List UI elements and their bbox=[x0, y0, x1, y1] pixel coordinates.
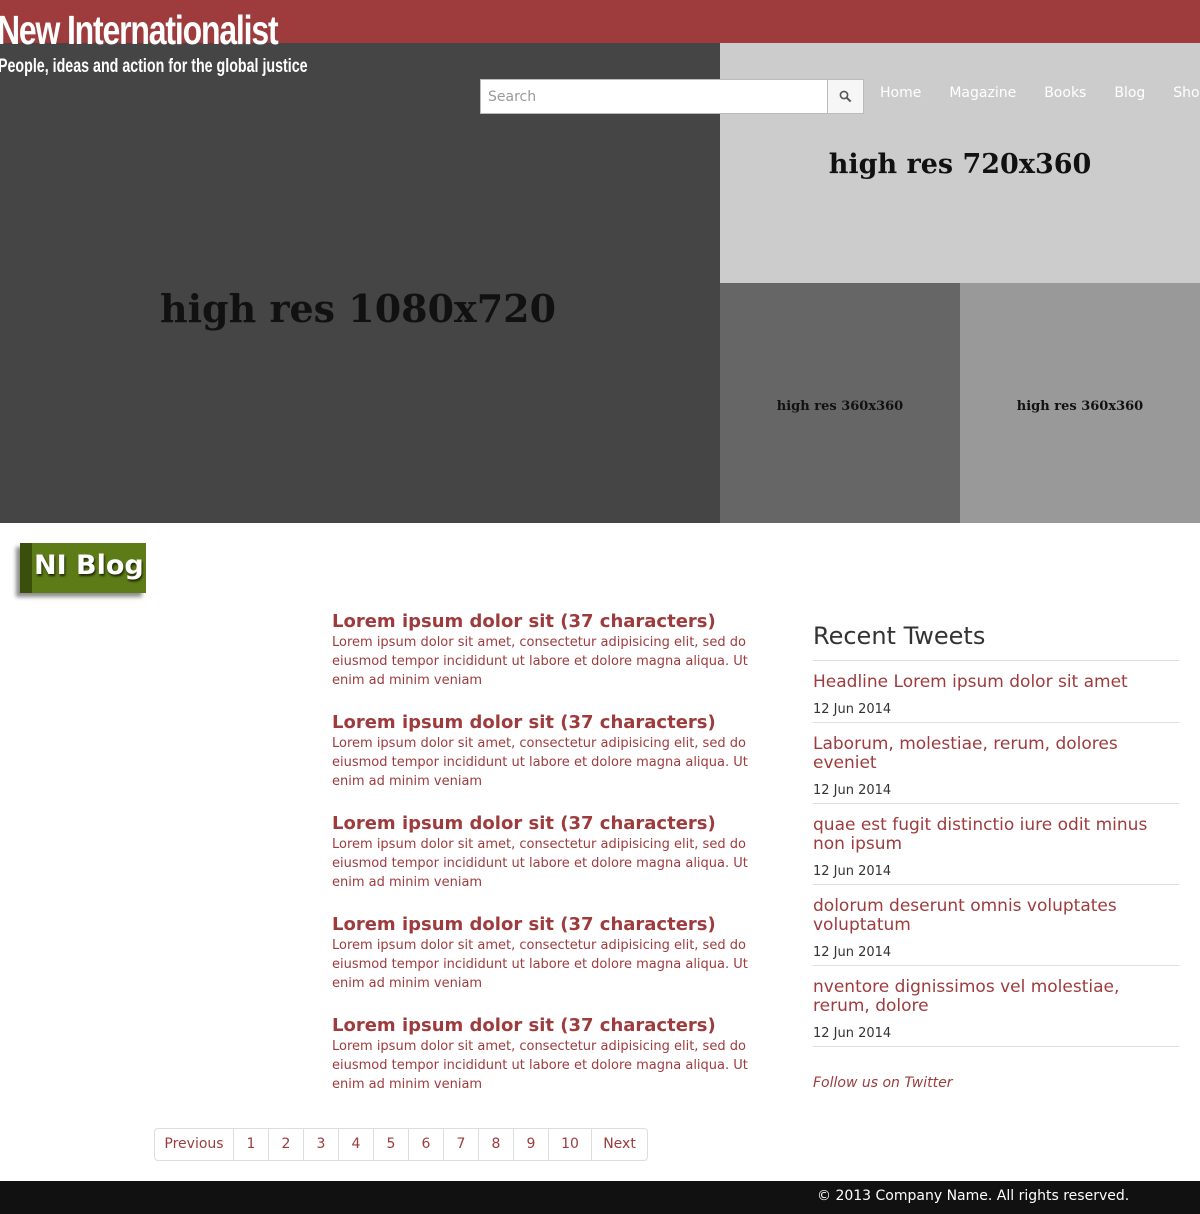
blog-post-excerpt: Lorem ipsum dolor sit amet, consectetur … bbox=[332, 938, 748, 991]
blog-post-title[interactable]: Lorem ipsum dolor sit (37 characters) bbox=[332, 712, 777, 734]
hero-small-right-placeholder-text: high res 360x360 bbox=[1016, 398, 1144, 414]
pagination: Previous 1 2 3 4 5 6 7 8 9 10 Next bbox=[154, 1128, 648, 1161]
pagination-page[interactable]: 1 bbox=[233, 1128, 269, 1161]
blog-post-excerpt: Lorem ipsum dolor sit amet, consectetur … bbox=[332, 736, 748, 789]
tweet-date: 12 Jun 2014 bbox=[813, 1025, 1179, 1047]
blog-post-title[interactable]: Lorem ipsum dolor sit (37 characters) bbox=[332, 813, 777, 835]
pagination-previous[interactable]: Previous bbox=[154, 1128, 234, 1161]
blog-post: Lorem ipsum dolor sit (37 characters) Lo… bbox=[332, 611, 777, 712]
tweet-item: nventore dignissimos vel molestiae, reru… bbox=[813, 978, 1179, 1047]
tweet-date: 12 Jun 2014 bbox=[813, 782, 1179, 804]
site-logo[interactable]: New Internationalist bbox=[0, 6, 279, 54]
footer-copyright: © 2013 Company Name. All rights reserved… bbox=[817, 1188, 1130, 1204]
tweet-text[interactable]: Headline Lorem ipsum dolor sit amet bbox=[813, 673, 1179, 692]
pagination-page[interactable]: 2 bbox=[268, 1128, 304, 1161]
pagination-page[interactable]: 6 bbox=[408, 1128, 444, 1161]
tweet-text[interactable]: quae est fugit distinctio iure odit minu… bbox=[813, 816, 1179, 854]
pagination-page[interactable]: 8 bbox=[478, 1128, 514, 1161]
hero-main-image[interactable]: high res 1080x720 bbox=[0, 43, 720, 523]
blog-post-excerpt: Lorem ipsum dolor sit amet, consectetur … bbox=[332, 837, 748, 890]
divider bbox=[813, 660, 1179, 661]
pagination-next[interactable]: Next bbox=[591, 1128, 648, 1161]
hero-top-right-placeholder-text: high res 720x360 bbox=[828, 149, 1092, 180]
blog-post-excerpt: Lorem ipsum dolor sit amet, consectetur … bbox=[332, 635, 748, 688]
search-icon bbox=[839, 90, 852, 103]
nav-shop[interactable]: Shop bbox=[1159, 83, 1200, 103]
pagination-page[interactable]: 9 bbox=[513, 1128, 549, 1161]
tweet-text[interactable]: nventore dignissimos vel molestiae, reru… bbox=[813, 978, 1179, 1016]
tweet-item: Headline Lorem ipsum dolor sit amet 12 J… bbox=[813, 673, 1179, 723]
recent-tweets: Recent Tweets Headline Lorem ipsum dolor… bbox=[813, 620, 1179, 1059]
tweet-text[interactable]: Laborum, molestiae, rerum, dolores eveni… bbox=[813, 735, 1179, 773]
hero-small-left-placeholder-text: high res 360x360 bbox=[776, 398, 904, 414]
blog-badge: NI Blog bbox=[20, 543, 146, 593]
pagination-page[interactable]: 3 bbox=[303, 1128, 339, 1161]
blog-post: Lorem ipsum dolor sit (37 characters) Lo… bbox=[332, 914, 777, 1015]
nav-magazine[interactable]: Magazine bbox=[935, 83, 1030, 103]
tweet-date: 12 Jun 2014 bbox=[813, 944, 1179, 966]
hero-main-placeholder-text: high res 1080x720 bbox=[159, 285, 557, 331]
footer: © 2013 Company Name. All rights reserved… bbox=[0, 1181, 1200, 1214]
follow-on-twitter-link[interactable]: Follow us on Twitter bbox=[813, 1074, 952, 1092]
tweet-text[interactable]: dolorum deserunt omnis voluptates volupt… bbox=[813, 897, 1179, 935]
hero-small-left-image[interactable]: high res 360x360 bbox=[720, 283, 960, 523]
blog-post-excerpt: Lorem ipsum dolor sit amet, consectetur … bbox=[332, 1039, 748, 1092]
blog-post: Lorem ipsum dolor sit (37 characters) Lo… bbox=[332, 1015, 777, 1116]
tweet-date: 12 Jun 2014 bbox=[813, 863, 1179, 885]
blog-post: Lorem ipsum dolor sit (37 characters) Lo… bbox=[332, 813, 777, 914]
tweet-date: 12 Jun 2014 bbox=[813, 701, 1179, 723]
recent-tweets-title: Recent Tweets bbox=[813, 622, 986, 650]
blog-post-title[interactable]: Lorem ipsum dolor sit (37 characters) bbox=[332, 914, 777, 936]
tweet-item: quae est fugit distinctio iure odit minu… bbox=[813, 816, 1179, 885]
site-tagline: People, ideas and action for the global … bbox=[0, 56, 308, 77]
pagination-page[interactable]: 10 bbox=[548, 1128, 592, 1161]
nav-books[interactable]: Books bbox=[1030, 83, 1100, 103]
blog-post-title[interactable]: Lorem ipsum dolor sit (37 characters) bbox=[332, 611, 777, 633]
nav-home[interactable]: Home bbox=[866, 83, 935, 103]
main-nav: Home Magazine Books Blog Shop bbox=[866, 83, 1200, 103]
tweet-item: Laborum, molestiae, rerum, dolores eveni… bbox=[813, 735, 1179, 804]
pagination-page[interactable]: 7 bbox=[443, 1128, 479, 1161]
pagination-page[interactable]: 4 bbox=[338, 1128, 374, 1161]
search-input[interactable] bbox=[480, 79, 828, 114]
hero-small-right-image[interactable]: high res 360x360 bbox=[960, 283, 1200, 523]
search-form bbox=[480, 79, 864, 114]
blog-post-list: Lorem ipsum dolor sit (37 characters) Lo… bbox=[332, 611, 777, 1116]
search-button[interactable] bbox=[827, 79, 864, 114]
nav-blog[interactable]: Blog bbox=[1100, 83, 1159, 103]
tweet-item: dolorum deserunt omnis voluptates volupt… bbox=[813, 897, 1179, 966]
pagination-page[interactable]: 5 bbox=[373, 1128, 409, 1161]
blog-post-title[interactable]: Lorem ipsum dolor sit (37 characters) bbox=[332, 1015, 777, 1037]
blog-badge-label: NI Blog bbox=[34, 550, 144, 581]
blog-post: Lorem ipsum dolor sit (37 characters) Lo… bbox=[332, 712, 777, 813]
